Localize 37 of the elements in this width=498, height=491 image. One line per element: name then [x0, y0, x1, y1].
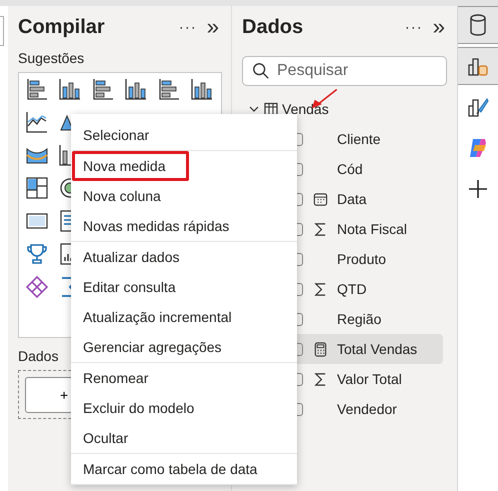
sigma-icon: [313, 222, 328, 236]
pane-title: Dados: [242, 16, 304, 38]
menu-item[interactable]: Editar consulta: [71, 272, 297, 302]
bar-chart-icon[interactable]: [157, 77, 181, 101]
menu-item[interactable]: Novas medidas rápidas: [71, 211, 297, 241]
menu-item[interactable]: Nova coluna: [71, 181, 297, 211]
chart-icon[interactable]: [25, 110, 49, 134]
sigma-icon: [313, 282, 328, 296]
bar-chart-icon[interactable]: [190, 77, 214, 101]
search-field[interactable]: Pesquisar: [242, 56, 447, 86]
chart-database-icon[interactable]: [458, 47, 498, 85]
bar-chart-icon[interactable]: [58, 77, 82, 101]
collapse-button[interactable]: »: [204, 16, 221, 38]
menu-item[interactable]: Excluir do modelo: [71, 393, 297, 423]
bar-chart-icon[interactable]: [25, 77, 49, 101]
section-label: Dados: [18, 348, 58, 364]
more-options-button[interactable]: ···: [402, 18, 425, 36]
menu-item[interactable]: Ocultar: [71, 423, 297, 453]
bar-chart-icon[interactable]: [91, 77, 115, 101]
sigma-icon: [313, 372, 328, 386]
menu-item[interactable]: Nova medida: [72, 151, 189, 181]
canvas-edge: [0, 16, 4, 46]
table-icon: [264, 102, 278, 116]
bar-chart-icon[interactable]: [124, 77, 148, 101]
calculator-icon: [313, 342, 328, 356]
search-icon: [252, 62, 270, 80]
more-options-button[interactable]: ···: [176, 18, 199, 36]
menu-item[interactable]: Atualizar dados: [71, 242, 297, 272]
menu-item[interactable]: Marcar como tabela de data: [71, 454, 297, 484]
database-icon[interactable]: [458, 6, 498, 44]
section-label: Sugestões: [18, 50, 84, 66]
menu-item[interactable]: Renomear: [71, 363, 297, 393]
menu-item[interactable]: Atualização incremental: [71, 302, 297, 332]
calendar-icon: [313, 192, 328, 206]
pane-title: Compilar: [18, 16, 105, 38]
chart-icon[interactable]: [25, 176, 49, 200]
collapse-button[interactable]: »: [430, 16, 447, 38]
